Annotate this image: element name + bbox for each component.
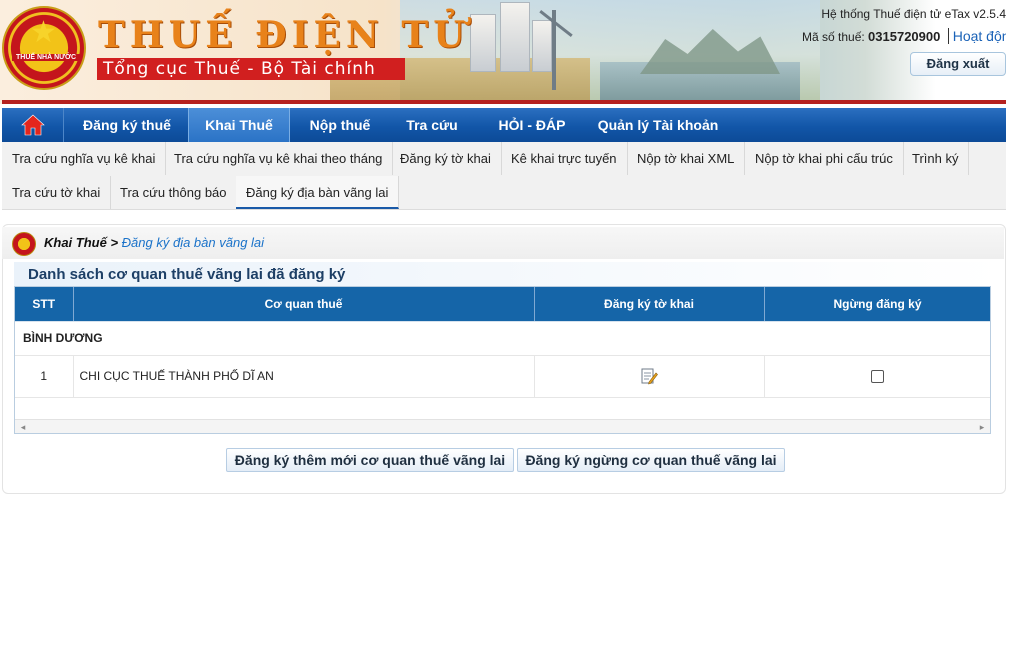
subnav-tra-cuu-nghia-vu[interactable]: Tra cứu nghĩa vụ kê khai: [2, 142, 167, 175]
logo-title: THUẾ ĐIỆN TỬ: [98, 14, 470, 56]
tax-emblem-logo: ★ THUẾ NHÀ NƯỚC: [2, 6, 86, 90]
subnav-trinh-ky[interactable]: Trình ký: [902, 142, 970, 175]
banner-building: [500, 2, 530, 72]
nav-dang-ky-thue[interactable]: Đăng ký thuế: [66, 108, 188, 142]
main-navigation: Đăng ký thuế Khai Thuế Nộp thuế Tra cứu …: [2, 108, 1006, 142]
stop-registration-checkbox[interactable]: [871, 370, 884, 384]
home-button[interactable]: [2, 108, 64, 142]
breadcrumb-separator: >: [106, 235, 122, 250]
edit-document-icon[interactable]: [640, 367, 658, 385]
emblem-text: THUẾ NHÀ NƯỚC: [12, 54, 80, 61]
star-icon: ★: [30, 16, 57, 49]
registered-offices-table: STT Cơ quan thuế Đăng ký tờ khai Ngừng đ…: [14, 286, 991, 434]
stop-office-registration-button[interactable]: Đăng ký ngừng cơ quan thuế vãng lai: [517, 448, 785, 472]
section-title: Danh sách cơ quan thuế vãng lai đã đăng …: [28, 266, 346, 283]
subnav-dang-ky-dia-ban-vang-lai[interactable]: Đăng ký địa bàn vãng lai: [236, 176, 400, 209]
subnav-nop-phi-cau-truc[interactable]: Nộp tờ khai phi cấu trúc: [745, 142, 904, 175]
subnav-tra-cuu-thong-bao[interactable]: Tra cứu thông báo: [110, 176, 238, 209]
table-row: 1 CHI CỤC THUẾ THÀNH PHỐ DĨ AN: [15, 355, 990, 398]
horizontal-scrollbar[interactable]: ◂ ▸: [15, 419, 990, 433]
cell-co-quan-thue: CHI CỤC THUẾ THÀNH PHỐ DĨ AN: [73, 355, 535, 398]
system-version: Hệ thống Thuế điện tử eTax v2.5.4: [821, 7, 1006, 21]
breadcrumb-text: Khai Thuế > Đăng ký địa bàn vãng lai: [44, 235, 264, 250]
header-banner: ★ THUẾ NHÀ NƯỚC THUẾ ĐIỆN TỬ Tổng cục Th…: [0, 0, 1006, 104]
banner-building: [470, 14, 496, 72]
breadcrumb: Khai Thuế > Đăng ký địa bàn vãng lai: [2, 227, 1004, 259]
subnav-dang-ky-to-khai[interactable]: Đăng ký tờ khai: [390, 142, 502, 175]
cell-dang-ky-to-khai: [534, 355, 765, 398]
table-header-row: STT Cơ quan thuế Đăng ký tờ khai Ngừng đ…: [15, 287, 990, 322]
logout-button[interactable]: Đăng xuất: [910, 52, 1006, 76]
add-new-office-button[interactable]: Đăng ký thêm mới cơ quan thuế vãng lai: [226, 448, 514, 472]
column-header-dang-ky-to-khai: Đăng ký tờ khai: [534, 287, 765, 322]
subnav-nop-to-khai-xml[interactable]: Nộp tờ khai XML: [627, 142, 746, 175]
tax-code-row: Mã số thuế: 0315720900 Hoạt động: [802, 28, 1006, 44]
subnav-tra-cuu-theo-thang[interactable]: Tra cứu nghĩa vụ kê khai theo tháng: [164, 142, 394, 175]
logo-subtitle: Tổng cục Thuế - Bộ Tài chính: [97, 58, 405, 80]
cell-ngung-dang-ky: [764, 355, 990, 398]
sub-navigation: Tra cứu nghĩa vụ kê khai Tra cứu nghĩa v…: [2, 142, 1006, 210]
subnav-tra-cuu-to-khai[interactable]: Tra cứu tờ khai: [2, 176, 112, 209]
column-header-ngung-dang-ky: Ngừng đăng ký: [764, 287, 990, 322]
emblem-icon: [12, 232, 36, 256]
subnav-ke-khai-truc-tuyen[interactable]: Kê khai trực tuyến: [501, 142, 628, 175]
breadcrumb-current: Đăng ký địa bàn vãng lai: [121, 235, 265, 250]
scroll-left-icon[interactable]: ◂: [17, 421, 29, 433]
header-divider: [2, 100, 1006, 104]
column-header-co-quan-thue: Cơ quan thuế: [73, 287, 535, 322]
column-header-stt: STT: [15, 287, 74, 322]
nav-nop-thue[interactable]: Nộp thuế: [292, 108, 388, 142]
nav-hoi-dap[interactable]: HỎI - ĐÁP: [478, 108, 586, 142]
table-group-row: BÌNH DƯƠNG: [15, 321, 990, 356]
tax-code-value: 0315720900: [868, 29, 941, 44]
group-label: BÌNH DƯƠNG: [15, 321, 990, 356]
scroll-right-icon[interactable]: ▸: [976, 421, 988, 433]
cell-stt: 1: [15, 355, 74, 398]
tax-code-label: Mã số thuế:: [802, 30, 865, 44]
nav-quan-ly-tai-khoan[interactable]: Quản lý Tài khoản: [588, 108, 728, 142]
breadcrumb-root[interactable]: Khai Thuế: [44, 235, 107, 250]
nav-tra-cuu[interactable]: Tra cứu: [388, 108, 476, 142]
home-icon: [20, 114, 45, 136]
account-status-link[interactable]: Hoạt động: [947, 28, 1006, 44]
banner-building: [532, 20, 552, 72]
nav-khai-thue[interactable]: Khai Thuế: [188, 108, 290, 142]
